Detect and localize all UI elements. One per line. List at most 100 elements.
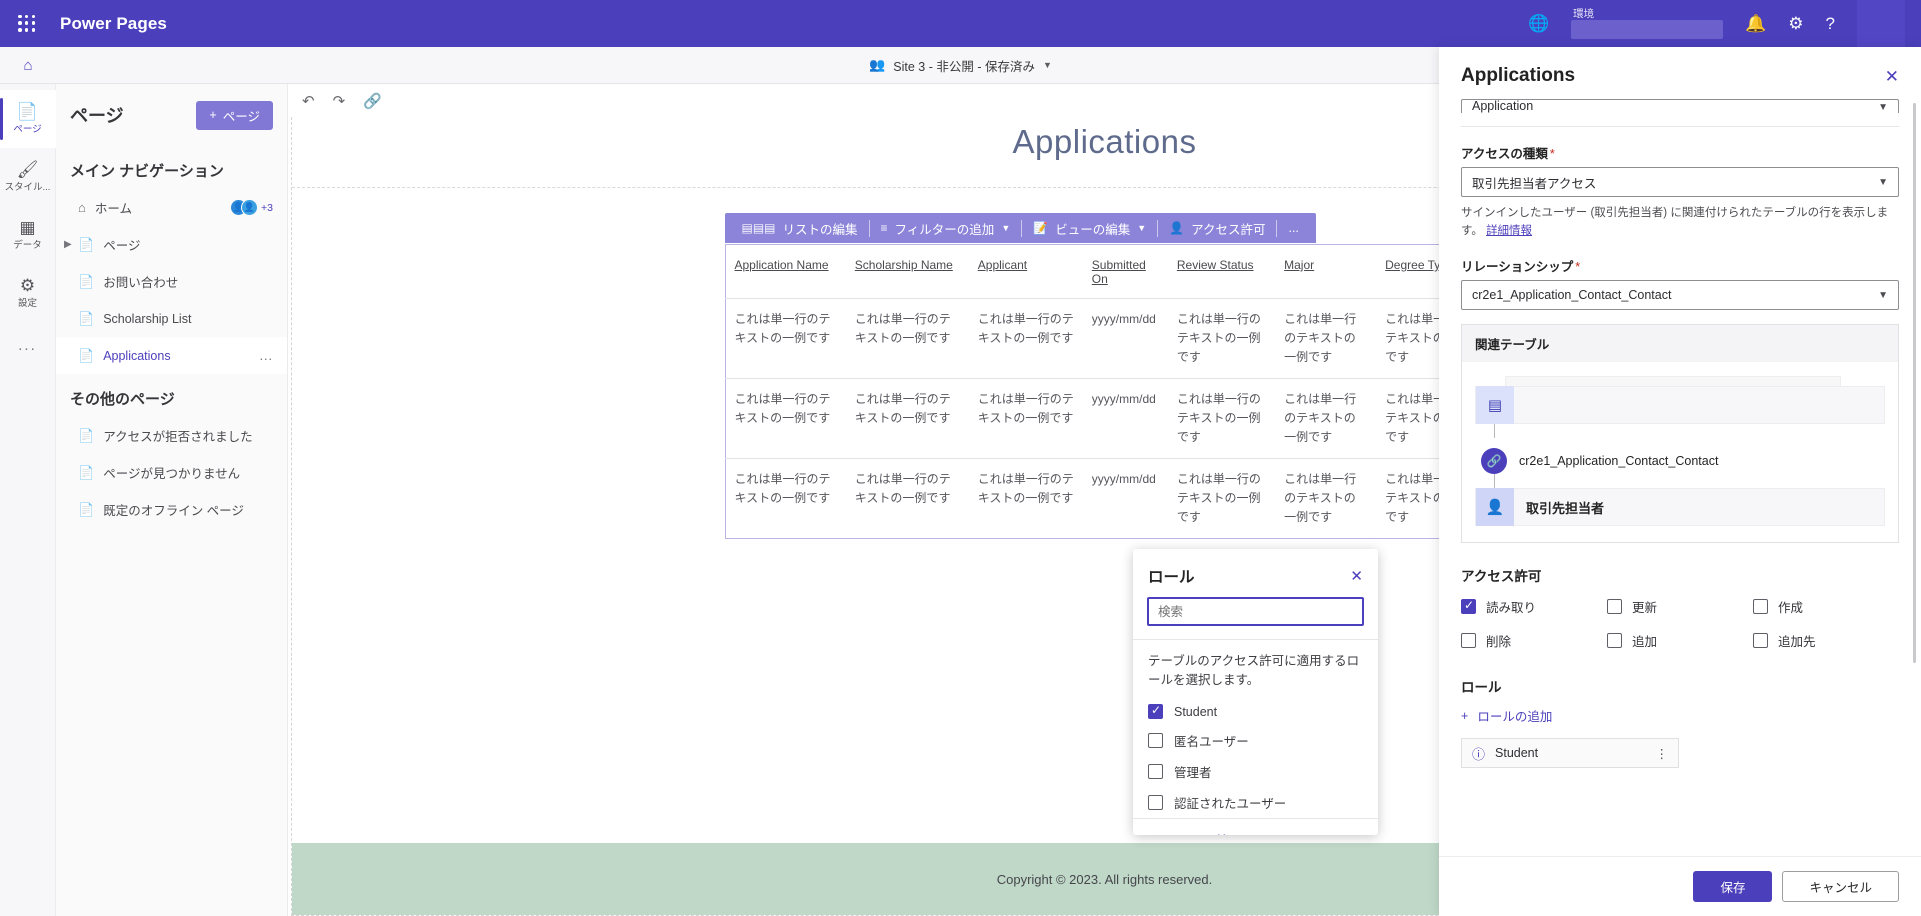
topbar-right-group: 🌐 環境 🔔 ⚙ ? [1528,0,1905,47]
sidebar-item-page-not-found[interactable]: 📄 ページが見つかりません [56,454,287,491]
access-type-select[interactable]: 取引先担当者アクセス ▼ [1461,167,1899,197]
checkbox-icon[interactable] [1461,633,1476,648]
related-table-node: ▤ [1475,386,1885,424]
checkbox-checked-icon[interactable] [1148,703,1163,719]
column-header: Scholarship Name [854,258,953,272]
sidebar-item-pages[interactable]: ▶ 📄 ページ [56,226,287,263]
sidebar-item-home[interactable]: ⌂ ホーム 👤 👤 +3 [56,189,287,226]
role-chip-student[interactable]: ⓘ Student ⋮ [1461,738,1679,768]
table-select-clipped[interactable]: Application ▼ [1461,99,1899,113]
permission-update[interactable]: 更新 [1607,597,1753,616]
sidebar-item-access-denied[interactable]: 📄 アクセスが拒否されました [56,417,287,454]
add-page-button[interactable]: + ページ [196,100,273,130]
sidebar-item-default-offline-page[interactable]: 📄 既定のオフライン ページ [56,491,287,528]
permission-label: 追加 [1632,635,1658,649]
relationship-label: リレーションシップ * [1461,260,1581,274]
table-cell: これは単一行のテキストの一例です [845,458,969,539]
rail-item-styling[interactable]: 🖌 スタイル... [0,148,56,206]
app-launcher-icon[interactable] [16,13,38,35]
site-selector[interactable]: 👥 Site 3 - 非公開 - 保存済み ▼ [869,56,1052,75]
role-chip-more-icon[interactable]: ⋮ [1656,746,1669,761]
role-option-student[interactable]: Student [1133,698,1378,725]
redo-icon[interactable]: ↷ [333,92,346,110]
checkbox-icon[interactable] [1753,633,1768,648]
chevron-right-icon[interactable]: ▶ [64,239,72,250]
undo-icon[interactable]: ↶ [302,92,315,110]
avatar-overflow-count: +3 [261,201,273,214]
permissions-button[interactable]: 👤 アクセス許可 [1158,213,1276,243]
manage-roles-link[interactable]: ↗ ロールの管理 [1133,818,1378,835]
permissions-label: アクセス許可 [1191,222,1266,237]
save-button[interactable]: 保存 [1693,871,1773,902]
pages-pane-header: ページ + ページ [56,84,287,146]
add-filter-button[interactable]: ≡ フィルターの追加 ▼ [870,213,1022,243]
chevron-down-icon: ▼ [1878,102,1888,113]
sidebar-item-label: お問い合わせ [103,276,179,290]
cancel-button[interactable]: キャンセル [1782,871,1899,902]
rail-item-data[interactable]: ▦ データ [0,206,56,264]
roles-title: ロール [1461,680,1502,695]
checkbox-icon[interactable] [1753,599,1768,614]
relationship-icon: 🔗 [1481,448,1507,474]
list-component-toolbar: ▤▤▤ リストの編集 ≡ フィルターの追加 ▼ 📝 ビューの編集 ▼ 👤 アクセ… [724,213,1316,243]
sidebar-item-contact[interactable]: 📄 お問い合わせ [56,263,287,300]
column-header: Major [1284,258,1315,272]
sidebar-item-applications[interactable]: 📄 Applications ... [56,337,287,374]
chevron-down-icon: ▼ [1878,289,1888,301]
checkbox-icon[interactable] [1607,599,1622,614]
settings-icon[interactable]: ⚙ [1788,15,1803,32]
environment-picker[interactable]: 環境 [1571,4,1724,44]
rail-item-setup[interactable]: ⚙ 設定 [0,264,56,322]
sidebar-item-more-icon[interactable]: ... [260,349,273,363]
edit-view-button[interactable]: 📝 ビューの編集 ▼ [1022,213,1157,243]
diagram-connector [1494,424,1495,438]
role-option-administrator[interactable]: 管理者 [1133,756,1378,787]
search-input[interactable] [1158,604,1353,619]
environment-globe-icon[interactable]: 🌐 [1528,14,1549,34]
table-select-value: Application [1472,99,1534,113]
role-option-authenticated[interactable]: 認証されたユーザー [1133,787,1378,818]
checkbox-icon[interactable] [1148,764,1163,779]
close-icon[interactable]: ✕ [1350,569,1363,584]
role-option-anonymous[interactable]: 匿名ユーザー [1133,725,1378,756]
panel-scrollbar[interactable] [1913,103,1916,663]
account-avatar[interactable] [1857,0,1905,47]
table-row: これは単一行のテキストの一例です これは単一行のテキストの一例です これは単一行… [725,458,1484,539]
sidebar-item-label: Applications [103,348,171,363]
checkbox-checked-icon[interactable] [1461,598,1476,614]
checkbox-icon[interactable] [1148,795,1163,810]
list-more-button[interactable]: ... [1277,213,1309,243]
required-asterisk: * [1575,260,1581,274]
relationship-select[interactable]: cr2e1_Application_Contact_Contact ▼ [1461,280,1899,310]
link-icon[interactable]: 🔗 [363,92,382,110]
home-icon[interactable]: ⌂ [0,57,56,74]
help-icon[interactable]: ? [1826,15,1835,32]
relationship-node: 🔗 cr2e1_Application_Contact_Contact [1475,448,1885,474]
permission-append-to[interactable]: 追加先 [1753,631,1899,650]
permission-read[interactable]: 読み取り [1461,597,1607,616]
notifications-icon[interactable]: 🔔 [1745,15,1766,32]
checkbox-icon[interactable] [1148,733,1163,748]
permission-append[interactable]: 追加 [1607,631,1753,650]
rail-label-setup: 設定 [17,298,37,309]
filter-icon: ≡ [880,221,888,235]
permission-label: 削除 [1486,635,1512,649]
rail-item-pages[interactable]: 📄 ページ [0,90,56,148]
roles-popup: ロール ✕ テーブルのアクセス許可に適用するロールを選択します。 Student… [1133,549,1378,835]
properties-panel: Applications ✕ Application ▼ アクセスの種類 * 取引… [1439,47,1921,916]
rail-more-icon[interactable]: ... [18,328,37,362]
checkbox-icon[interactable] [1607,633,1622,648]
learn-more-link[interactable]: 詳細情報 [1486,225,1532,237]
table-icon: ▤ [1476,386,1514,424]
access-type-label: アクセスの種類 * [1461,147,1555,161]
permission-create[interactable]: 作成 [1753,597,1899,616]
sidebar-item-scholarship-list[interactable]: 📄 Scholarship List [56,300,287,337]
close-icon[interactable]: ✕ [1885,68,1899,85]
pages-pane: ページ + ページ メイン ナビゲーション ⌂ ホーム 👤 👤 +3 ▶ 📄 ペ… [56,84,288,916]
roles-search-box[interactable] [1147,597,1364,626]
edit-list-button[interactable]: ▤▤▤ リストの編集 [731,213,869,243]
page-icon: 📄 [78,464,95,480]
permission-delete[interactable]: 削除 [1461,631,1607,650]
sidebar-item-label: ホーム [94,202,132,216]
add-role-button[interactable]: + ロールの追加 [1461,706,1899,725]
